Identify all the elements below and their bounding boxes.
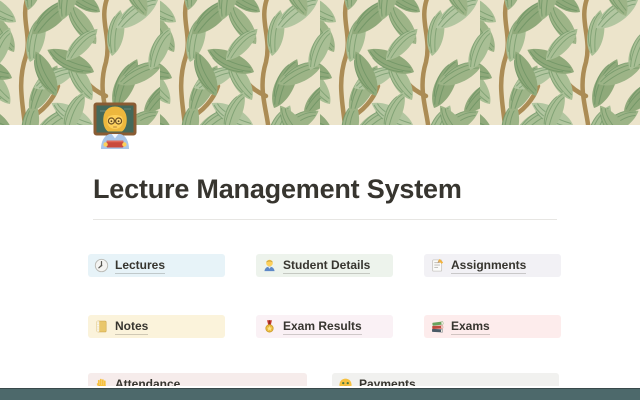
divider: [93, 219, 557, 220]
page-icon[interactable]: [91, 101, 139, 149]
card-row-1: Lectures Student Details Assignments: [88, 254, 561, 277]
medal-icon: [262, 319, 277, 334]
woman-teacher-icon: [91, 101, 139, 149]
card-notes[interactable]: Notes: [88, 315, 225, 338]
card-exams[interactable]: Exams: [424, 315, 561, 338]
card-label: Lectures: [115, 258, 165, 274]
card-label: Exams: [451, 319, 490, 335]
bottom-edge-bar: [0, 386, 640, 400]
card-lectures[interactable]: Lectures: [88, 254, 225, 277]
card-student-details[interactable]: Student Details: [256, 254, 393, 277]
ledger-icon: [94, 319, 109, 334]
card-label: Notes: [115, 319, 148, 335]
memo-icon: [430, 258, 445, 273]
card-label: Assignments: [451, 258, 526, 274]
clock-icon: [94, 258, 109, 273]
books-icon: [430, 319, 445, 334]
card-exam-results[interactable]: Exam Results: [256, 315, 393, 338]
student-icon: [262, 258, 277, 273]
page-title: Lecture Management System: [93, 174, 557, 204]
card-assignments[interactable]: Assignments: [424, 254, 561, 277]
card-row-2: Notes Exam Results Exams: [88, 315, 561, 338]
card-label: Exam Results: [283, 319, 362, 335]
card-label: Student Details: [283, 258, 370, 274]
